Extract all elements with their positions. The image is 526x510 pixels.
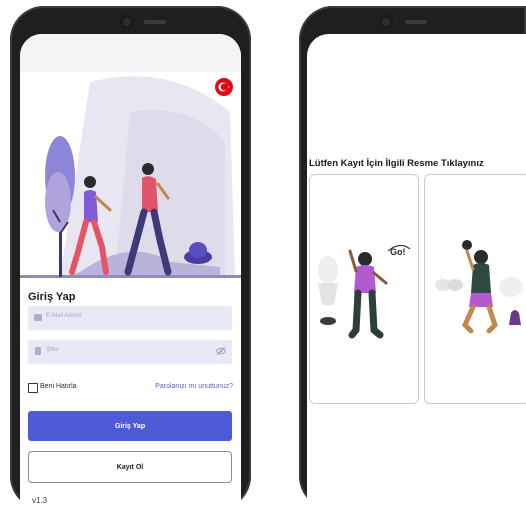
- selection-heading: Lütfen Kayıt İçin İlgili Resme Tıklayını…: [309, 158, 484, 169]
- phone-frame-selection: Lütfen Kayıt İçin İlgili Resme Tıklayını…: [299, 6, 526, 510]
- login-button[interactable]: Giriş Yap: [28, 411, 232, 441]
- camera-icon: [120, 15, 134, 29]
- remember-me-checkbox[interactable]: [28, 383, 38, 393]
- version-label: v1.3: [32, 496, 48, 505]
- remember-me-label[interactable]: Beni Hatırla: [40, 383, 77, 390]
- email-placeholder: E-Mail Adresi: [46, 313, 82, 319]
- speaker-grille: [405, 20, 427, 24]
- email-field[interactable]: E-Mail Adresi: [28, 306, 232, 330]
- password-placeholder: Şifre: [46, 347, 59, 353]
- hero-illustration: [20, 72, 241, 279]
- password-field[interactable]: Şifre: [28, 340, 232, 364]
- visibility-off-icon[interactable]: [216, 346, 226, 356]
- speaker-grille: [144, 20, 166, 24]
- forgot-password-link[interactable]: Parolanızı mı unuttunuz?: [155, 383, 233, 390]
- status-bar: [20, 34, 241, 72]
- register-button[interactable]: Kayıt Ol: [28, 451, 232, 483]
- mail-icon: [34, 314, 42, 321]
- page-title: Giriş Yap: [28, 291, 76, 303]
- runners-illustration: [20, 76, 241, 279]
- athlete-kettlebell-illustration: [435, 240, 523, 334]
- role-card-athlete[interactable]: [424, 174, 526, 404]
- role-card-coach[interactable]: Go!: [309, 174, 419, 404]
- turkey-flag-icon[interactable]: [215, 78, 233, 96]
- phone-frame-login: Giriş Yap E-Mail Adresi Şifre Beni Hatır…: [10, 6, 251, 510]
- coach-cheering-illustration: Go!: [318, 245, 411, 339]
- selection-screen: Lütfen Kayıt İçin İlgili Resme Tıklayını…: [307, 34, 526, 510]
- camera-icon: [379, 15, 393, 29]
- lock-icon: [35, 347, 41, 355]
- login-screen: Giriş Yap E-Mail Adresi Şifre Beni Hatır…: [20, 34, 241, 510]
